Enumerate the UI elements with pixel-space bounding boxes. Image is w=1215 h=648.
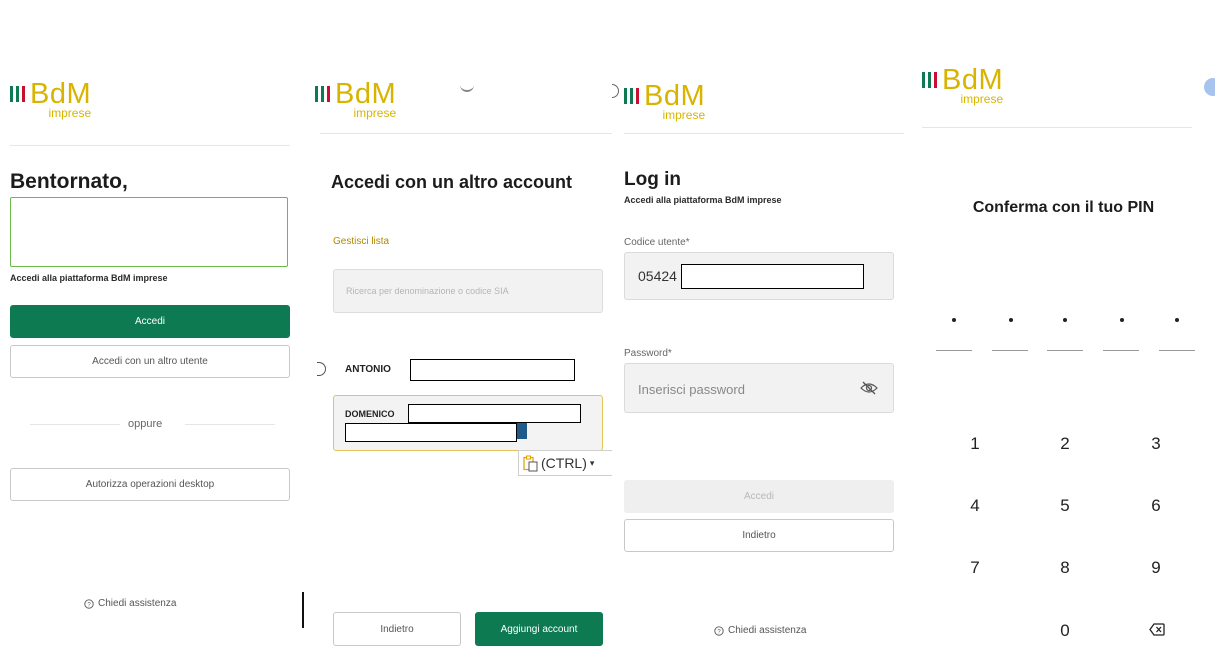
eye-off-icon[interactable] [860, 381, 878, 395]
logo-name: BdM [30, 78, 92, 110]
logo-sub: imprese [353, 106, 397, 120]
logo-sub: imprese [662, 108, 706, 122]
other-user-button[interactable]: Accedi con un altro utente [10, 345, 290, 378]
logo-name: BdM [644, 80, 706, 112]
user-field[interactable] [10, 197, 288, 267]
page-subtitle: Accedi alla piattaforma BdM imprese [10, 273, 168, 283]
help-link-label: Chiedi assistenza [728, 625, 807, 636]
password-input[interactable]: Inserisci password [624, 363, 894, 413]
logo-name: BdM [335, 78, 397, 110]
key-8[interactable]: 8 [1050, 558, 1080, 578]
logo-bars-icon [922, 72, 937, 88]
authorize-desktop-button[interactable]: Autorizza operazioni desktop [10, 468, 290, 501]
screen-other-account: BdM imprese Accedi con un altro account … [305, 0, 615, 648]
key-4[interactable]: 4 [960, 496, 990, 516]
pin-dot-4 [1120, 318, 1124, 322]
help-circle-icon: ? [714, 625, 724, 636]
pin-dot-3 [1063, 318, 1067, 322]
page-title: Bentornato, [10, 170, 128, 193]
logo-sub: imprese [960, 92, 1004, 106]
bdm-logo: BdM imprese [624, 82, 705, 121]
help-circle-icon: ? [84, 598, 94, 609]
header-divider [922, 127, 1192, 128]
spinner-icon [460, 82, 474, 92]
logo-bars-icon [315, 86, 330, 102]
screen-login: BdM imprese Log in Accedi alla piattafor… [612, 0, 910, 648]
redaction-box [681, 264, 864, 289]
pin-underline-2 [992, 350, 1028, 351]
key-6[interactable]: 6 [1141, 496, 1171, 516]
key-9[interactable]: 9 [1141, 558, 1171, 578]
pin-underline-4 [1103, 350, 1139, 351]
page-title: Log in [624, 169, 681, 190]
clipboard-icon [523, 455, 538, 471]
logo-bars-icon [624, 88, 639, 104]
bdm-logo: BdM imprese [922, 66, 1003, 105]
help-link[interactable]: ? Chiedi assistenza [84, 598, 176, 609]
header-divider [624, 133, 904, 134]
key-3[interactable]: 3 [1141, 434, 1171, 454]
bdm-logo: BdM imprese [10, 80, 91, 119]
redaction-box [410, 359, 575, 381]
login-button[interactable]: Accedi [10, 305, 290, 338]
manage-list-link[interactable]: Gestisci lista [333, 236, 389, 247]
bdm-logo: BdM imprese [315, 80, 396, 119]
pin-underline-1 [936, 350, 972, 351]
pin-underline-5 [1159, 350, 1195, 351]
logo-bars-icon [10, 86, 25, 102]
avatar[interactable] [1204, 78, 1215, 96]
separator-line-left [30, 424, 120, 425]
help-link-label: Chiedi assistenza [98, 598, 177, 609]
separator-text: oppure [128, 418, 163, 430]
key-7[interactable]: 7 [960, 558, 990, 578]
page-title: Accedi con un altro account [331, 172, 573, 192]
logo-name: BdM [942, 64, 1004, 96]
edge-arc-icon [612, 84, 619, 98]
password-placeholder: Inserisci password [638, 382, 745, 397]
separator-line-right [185, 424, 275, 425]
redaction-box [345, 423, 517, 442]
back-button[interactable]: Indietro [624, 519, 894, 552]
page-subtitle: Accedi alla piattaforma BdM imprese [624, 195, 782, 205]
key-5[interactable]: 5 [1050, 496, 1080, 516]
screen-pin: BdM imprese Conferma con il tuo PIN 1 2 … [912, 0, 1215, 648]
login-button-disabled[interactable]: Accedi [624, 480, 894, 513]
radio-icon [317, 362, 326, 376]
account-name-2: DOMENICO [345, 409, 395, 419]
redaction-box [408, 404, 581, 423]
account-name-1[interactable]: ANTONIO [345, 364, 391, 375]
backspace-icon[interactable] [1149, 623, 1165, 636]
text-cursor [302, 592, 304, 628]
logo-sub: imprese [48, 106, 92, 120]
page-title: Conferma con il tuo PIN [972, 199, 1155, 216]
user-code-label: Codice utente* [624, 237, 690, 248]
help-link[interactable]: ? Chiedi assistenza [714, 625, 806, 636]
pin-dot-2 [1009, 318, 1013, 322]
pin-underline-3 [1047, 350, 1083, 351]
header-divider [10, 145, 290, 146]
pin-dot-5 [1175, 318, 1179, 322]
password-label: Password* [624, 348, 672, 359]
pin-dot-1 [952, 318, 956, 322]
key-2[interactable]: 2 [1050, 434, 1080, 454]
paste-hint: (CTRL) [541, 455, 587, 471]
add-account-button[interactable]: Aggiungi account [475, 612, 603, 646]
screen-welcome-back: BdM imprese Bentornato, Accedi alla piat… [0, 0, 300, 648]
back-button[interactable]: Indietro [333, 612, 461, 646]
paste-options-button[interactable]: (CTRL) ▾ [518, 450, 615, 476]
selection-handle [517, 423, 527, 439]
search-input[interactable]: Ricerca per denominazione o codice SIA [333, 269, 603, 313]
key-1[interactable]: 1 [960, 434, 990, 454]
header-divider [320, 133, 613, 134]
key-0[interactable]: 0 [1050, 621, 1080, 641]
user-code-value: 05424 [638, 268, 677, 284]
chevron-down-icon: ▾ [589, 457, 595, 468]
